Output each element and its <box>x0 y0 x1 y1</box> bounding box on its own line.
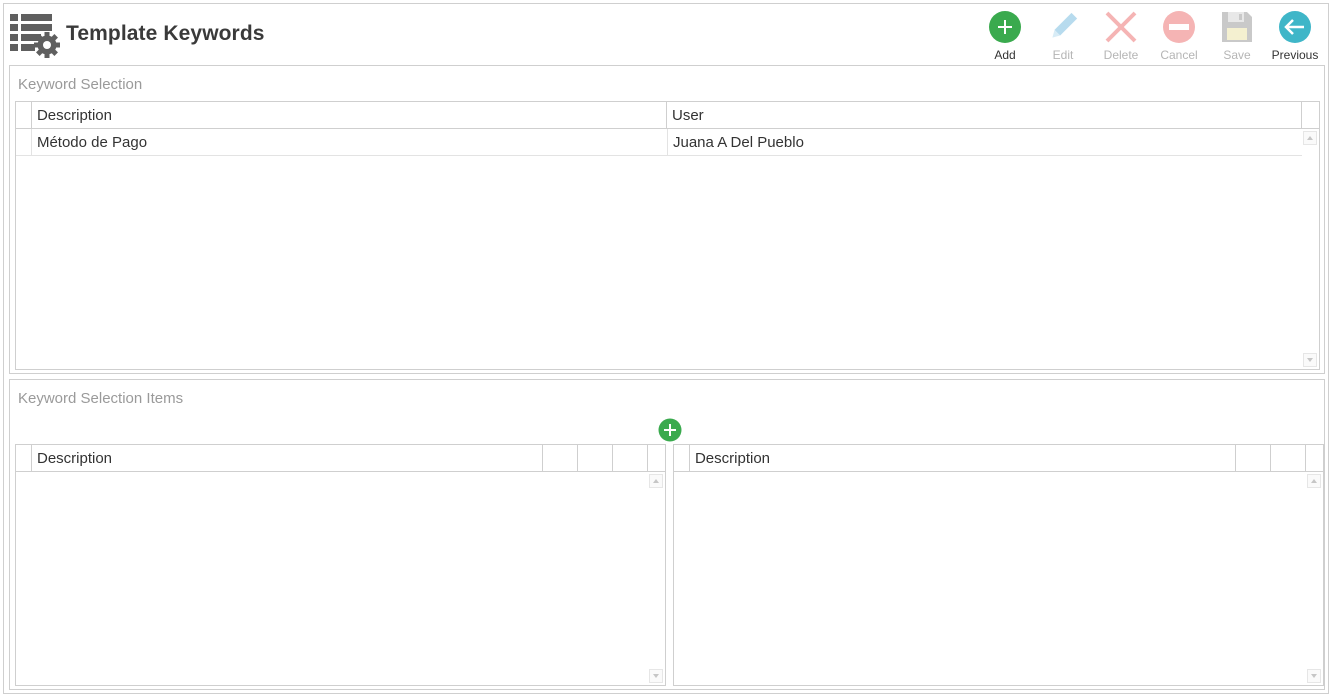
row-selector-header <box>674 445 690 471</box>
save-button-label: Save <box>1223 48 1251 62</box>
previous-button[interactable]: Previous <box>1266 8 1324 64</box>
row-selector[interactable] <box>16 129 32 155</box>
column-header-blank <box>1236 445 1272 471</box>
vertical-scrollbar[interactable] <box>1302 129 1319 369</box>
cell-user[interactable]: Juana A Del Pueblo <box>668 129 1304 155</box>
row-selector-header <box>16 102 32 128</box>
left-items-grid: Description <box>15 444 666 686</box>
table-gear-icon <box>10 14 60 58</box>
cell-description[interactable]: Método de Pago <box>32 129 668 155</box>
save-button[interactable]: Save <box>1208 8 1266 64</box>
column-header-blank <box>613 445 648 471</box>
table-row[interactable]: Método de Pago Juana A Del Pueblo <box>16 129 1304 156</box>
grid-header: Description <box>16 445 665 472</box>
delete-button-label: Delete <box>1103 48 1139 62</box>
scroll-down-arrow-icon[interactable] <box>1303 353 1317 367</box>
column-header-blank <box>1271 445 1307 471</box>
keyword-selection-items-panel: Keyword Selection Items Description Desc… <box>9 379 1325 690</box>
vertical-scrollbar[interactable] <box>1306 472 1323 685</box>
right-items-grid: Description <box>673 444 1324 686</box>
main-window: Template Keywords Add Edit Delete Cancel… <box>3 3 1329 694</box>
pencil-icon <box>1052 12 1078 38</box>
cancel-button-label: Cancel <box>1160 48 1198 62</box>
edit-button-label: Edit <box>1052 48 1074 62</box>
row-selector-header <box>16 445 32 471</box>
arrow-left-icon <box>1279 11 1311 43</box>
column-header-blank <box>543 445 578 471</box>
column-header-description[interactable]: Description <box>32 445 543 471</box>
keyword-selection-grid: Description User Método de Pago Juana A … <box>15 101 1320 370</box>
column-header-description[interactable]: Description <box>690 445 1237 471</box>
column-header-spacer <box>648 445 665 471</box>
scroll-down-arrow-icon[interactable] <box>649 669 663 683</box>
column-header-description[interactable]: Description <box>32 102 667 128</box>
add-icon <box>989 11 1021 43</box>
floppy-icon <box>1222 12 1252 42</box>
add-button[interactable]: Add <box>976 8 1034 64</box>
scroll-up-arrow-icon[interactable] <box>1303 131 1317 145</box>
header: Template Keywords Add Edit Delete Cancel… <box>4 4 1328 66</box>
column-header-blank <box>578 445 613 471</box>
keyword-selection-title: Keyword Selection <box>18 76 143 93</box>
edit-button[interactable]: Edit <box>1034 8 1092 64</box>
minus-circle-icon <box>1163 11 1195 43</box>
scroll-up-arrow-icon[interactable] <box>649 474 663 488</box>
grid-header: Description User <box>16 102 1319 129</box>
x-icon <box>1105 11 1137 43</box>
column-header-spacer <box>1302 102 1319 128</box>
grid-header: Description <box>674 445 1323 472</box>
delete-button[interactable]: Delete <box>1092 8 1150 64</box>
column-header-user[interactable]: User <box>667 102 1303 128</box>
column-header-spacer <box>1306 445 1323 471</box>
keyword-selection-panel: Keyword Selection Description User Métod… <box>9 65 1325 374</box>
toolbar: Add Edit Delete Cancel Save Previous <box>976 8 1324 64</box>
add-button-label: Add <box>994 48 1016 62</box>
scroll-down-arrow-icon[interactable] <box>1307 669 1321 683</box>
cancel-button[interactable]: Cancel <box>1150 8 1208 64</box>
previous-button-label: Previous <box>1271 48 1319 62</box>
keyword-selection-items-title: Keyword Selection Items <box>18 390 184 407</box>
scroll-up-arrow-icon[interactable] <box>1307 474 1321 488</box>
vertical-scrollbar[interactable] <box>648 472 665 685</box>
add-item-icon[interactable] <box>658 418 682 442</box>
page-title: Template Keywords <box>66 22 265 45</box>
